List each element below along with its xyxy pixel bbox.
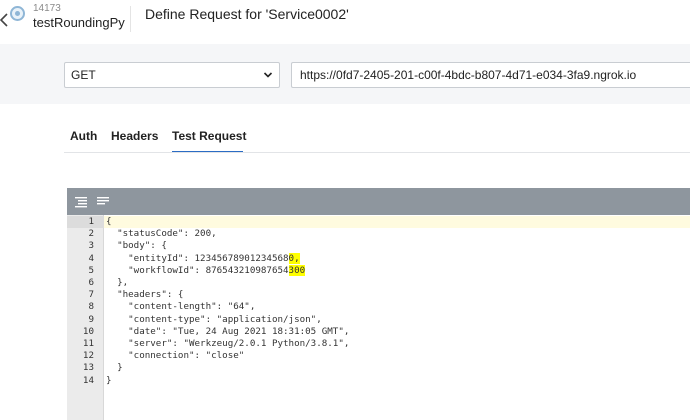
line-number-row: 1 [67,216,104,228]
code-text: } [106,374,112,386]
line-number-row: 8 [67,301,104,313]
line-number-row: 10 [67,326,104,338]
code-line: "server": "Werkzeug/2.0.1 Python/3.8.1", [104,338,690,350]
request-bar: GET https://0fd7-2405-201-c00f-4bdc-b807… [0,44,690,104]
code-text: "server": "Werkzeug/2.0.1 Python/3.8.1", [106,338,350,349]
line-number: 7 [88,289,94,301]
line-number-row: 11 [67,338,104,350]
back-arrow-icon[interactable] [0,13,10,29]
line-number-row: 4 [67,253,104,265]
method-value: GET [71,68,96,82]
tab-auth[interactable]: Auth [70,129,97,143]
line-number-row: 2 [67,228,104,240]
editor-toolbar [67,188,690,215]
line-number-gutter: 1 2 3 4 5 6 7 8 9 10 11 12 13 14 [67,215,104,420]
code-text: "statusCode": 200, [106,228,217,240]
line-number: 14 [82,374,94,386]
code-text: } [106,362,123,374]
highlighted-value: 300 [288,264,306,276]
code-line: { [104,216,690,228]
line-number-row: 6 [67,277,104,289]
header-divider [130,6,131,32]
code-text: }, [106,277,129,288]
line-number: 11 [82,338,94,349]
code-line: "statusCode": 200, [104,228,690,240]
app-name[interactable]: testRoundingPy [33,15,125,30]
code-line: "content-length": "64", [104,301,690,313]
top-bar: 14173 testRoundingPy Define Request for … [0,0,690,44]
line-number: 5 [88,264,94,276]
line-number: 10 [82,325,94,337]
page-title: Define Request for 'Service0002' [145,6,349,22]
line-number-row: 9 [67,314,104,326]
url-value: https://0fd7-2405-201-c00f-4bdc-b807-4d7… [300,68,637,82]
tab-test-request[interactable]: Test Request [172,129,246,143]
compact-icon[interactable] [97,195,111,207]
tabs-divider [64,152,690,153]
code-text: "headers": { [106,289,184,301]
code-line: "body": { [104,240,690,252]
code-text: "body": { [106,240,167,252]
line-number: 9 [88,313,94,325]
code-text: "connection": "close" [106,350,245,362]
code-line: } [104,375,690,387]
line-number: 13 [82,362,94,374]
request-tabs: Auth Headers Test Request [0,104,690,154]
app-icon [10,6,25,21]
code-text: "date": "Tue, 24 Aug 2021 18:31:05 GMT", [106,325,350,337]
line-number-row: 7 [67,289,104,301]
code-text: "content-type": "application/json", [106,313,322,325]
line-number: 1 [88,216,94,227]
code-line: "entityId": 123456789012345680, [104,252,690,265]
tab-headers[interactable]: Headers [111,129,158,143]
line-number: 2 [88,228,94,240]
code-text: "entityId": 12345678901234568 [106,252,289,264]
code-line: "date": "Tue, 24 Aug 2021 18:31:05 GMT", [104,326,690,338]
highlighted-value: 0, [288,252,300,264]
code-line: "connection": "close" [104,350,690,362]
line-number: 3 [88,240,94,252]
line-number: 12 [82,350,94,362]
url-input[interactable]: https://0fd7-2405-201-c00f-4bdc-b807-4d7… [291,62,690,88]
line-number-row: 3 [67,240,104,252]
chevron-down-icon [263,68,273,82]
code-line: }, [104,277,690,289]
response-editor: 1 2 3 4 5 6 7 8 9 10 11 12 13 14 { "statusCode": 200,… [67,188,690,420]
method-select[interactable]: GET [64,62,280,88]
format-icon[interactable] [75,195,89,208]
code-text: "workflowId": 876543210987654 [106,264,289,276]
line-number-row: 14 [67,375,104,387]
app-id: 14173 [33,3,61,14]
line-number-row: 13 [67,362,104,374]
code-area[interactable]: { "statusCode": 200, "body": { "entityId… [104,215,690,420]
code-line: "content-type": "application/json", [104,314,690,326]
code-line: "headers": { [104,289,690,301]
line-number: 6 [88,277,94,288]
code-text: { [106,216,112,227]
line-number-row: 5 [67,265,104,277]
line-number: 8 [88,301,94,313]
code-line: } [104,362,690,374]
line-number: 4 [88,252,94,264]
code-line: "workflowId": 876543210987654300 [104,264,690,277]
code-text: "content-length": "64", [106,301,256,313]
line-number-row: 12 [67,350,104,362]
